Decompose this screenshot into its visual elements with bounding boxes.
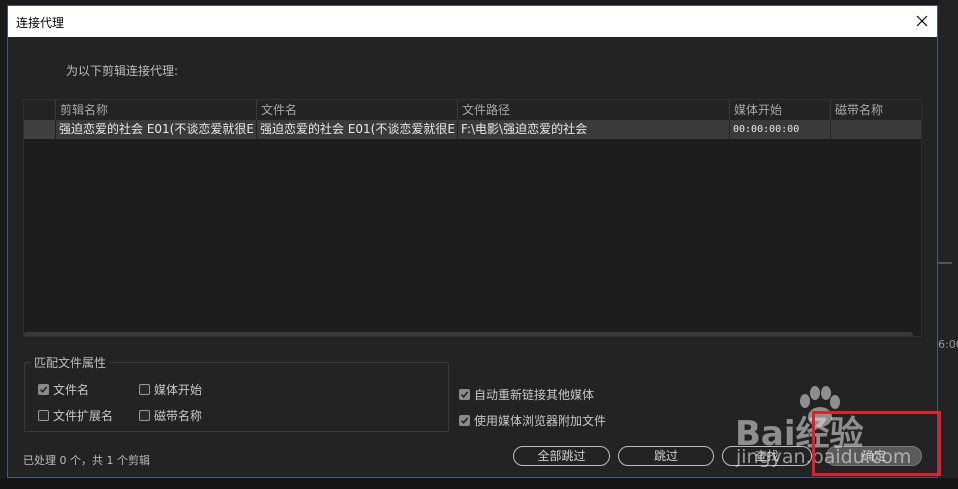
checkbox-label: 媒体开始 (154, 383, 203, 397)
check-icon (460, 417, 469, 424)
table-header: 剪辑名称 文件名 文件路径 媒体开始 磁带名称 (24, 100, 921, 120)
checkbox-label: 文件扩展名 (53, 409, 114, 423)
background-panel (938, 0, 958, 489)
header-file-path[interactable]: 文件路径 (457, 100, 729, 120)
checkbox-label: 文件名 (53, 383, 90, 397)
checkbox-tape-name[interactable]: 磁带名称 (139, 407, 202, 424)
table-row[interactable]: 强迫恋爱的社会 E01(不谈恋爱就很E 强迫恋爱的社会 E01(不谈恋爱就很E … (24, 120, 921, 139)
status-text: 已处理 0 个，共 1 个剪辑 (23, 454, 150, 467)
close-button[interactable] (909, 8, 935, 34)
match-attributes-group: 匹配文件属性 文件名 媒体开始 文件扩展名 磁带名称 (24, 354, 449, 432)
checkbox-label: 自动重新链接其他媒体 (474, 388, 595, 402)
check-icon (39, 386, 48, 393)
cell-clip-name: 强迫恋爱的社会 E01(不谈恋爱就很E (55, 120, 256, 139)
skip-all-button[interactable]: 全部跳过 (513, 446, 610, 466)
checkbox-checked[interactable] (459, 415, 470, 426)
header-tape-name[interactable]: 磁带名称 (830, 100, 921, 120)
background-divider (938, 262, 952, 264)
header-media-start[interactable]: 媒体开始 (729, 100, 830, 120)
header-handle (24, 100, 55, 120)
checkbox-file-name[interactable]: 文件名 (38, 381, 89, 398)
checkbox-unchecked[interactable] (139, 384, 150, 395)
close-icon (916, 15, 928, 27)
cell-file-path: F:\电影\强迫恋爱的社会 (457, 120, 729, 139)
horizontal-scrollbar[interactable] (24, 332, 913, 336)
cell-tape-name (830, 120, 921, 139)
checkbox-file-extension[interactable]: 文件扩展名 (38, 407, 113, 424)
check-icon (460, 391, 469, 398)
checkbox-checked[interactable] (459, 389, 470, 400)
checkbox-unchecked[interactable] (139, 410, 150, 421)
checkbox-label: 磁带名称 (154, 409, 203, 423)
background-timecode: 6:00 (938, 338, 958, 351)
dialog-prompt: 为以下剪辑连接代理: (66, 64, 179, 78)
dialog-titlebar[interactable]: 连接代理 (8, 6, 937, 37)
header-clip-name[interactable]: 剪辑名称 (55, 100, 256, 120)
skip-button[interactable]: 跳过 (618, 446, 714, 466)
dialog-title: 连接代理 (16, 16, 65, 30)
clip-table: 剪辑名称 文件名 文件路径 媒体开始 磁带名称 强迫恋爱的社会 E01(不谈恋爱… (23, 99, 922, 337)
checkbox-auto-relink[interactable]: 自动重新链接其他媒体 (459, 386, 594, 403)
group-label: 匹配文件属性 (31, 354, 110, 371)
checkbox-unchecked[interactable] (38, 410, 49, 421)
cell-file-name: 强迫恋爱的社会 E01(不谈恋爱就很E (256, 120, 457, 139)
checkbox-media-browser[interactable]: 使用媒体浏览器附加文件 (459, 412, 606, 429)
checkbox-checked[interactable] (38, 384, 49, 395)
highlight-box (812, 411, 941, 476)
checkbox-media-start[interactable]: 媒体开始 (139, 381, 202, 398)
cell-media-start: 00:00:00:00 (729, 120, 830, 139)
header-file-name[interactable]: 文件名 (256, 100, 457, 120)
row-handle (24, 120, 55, 139)
checkbox-label: 使用媒体浏览器附加文件 (474, 414, 607, 428)
background-bottom-strip (0, 478, 958, 489)
